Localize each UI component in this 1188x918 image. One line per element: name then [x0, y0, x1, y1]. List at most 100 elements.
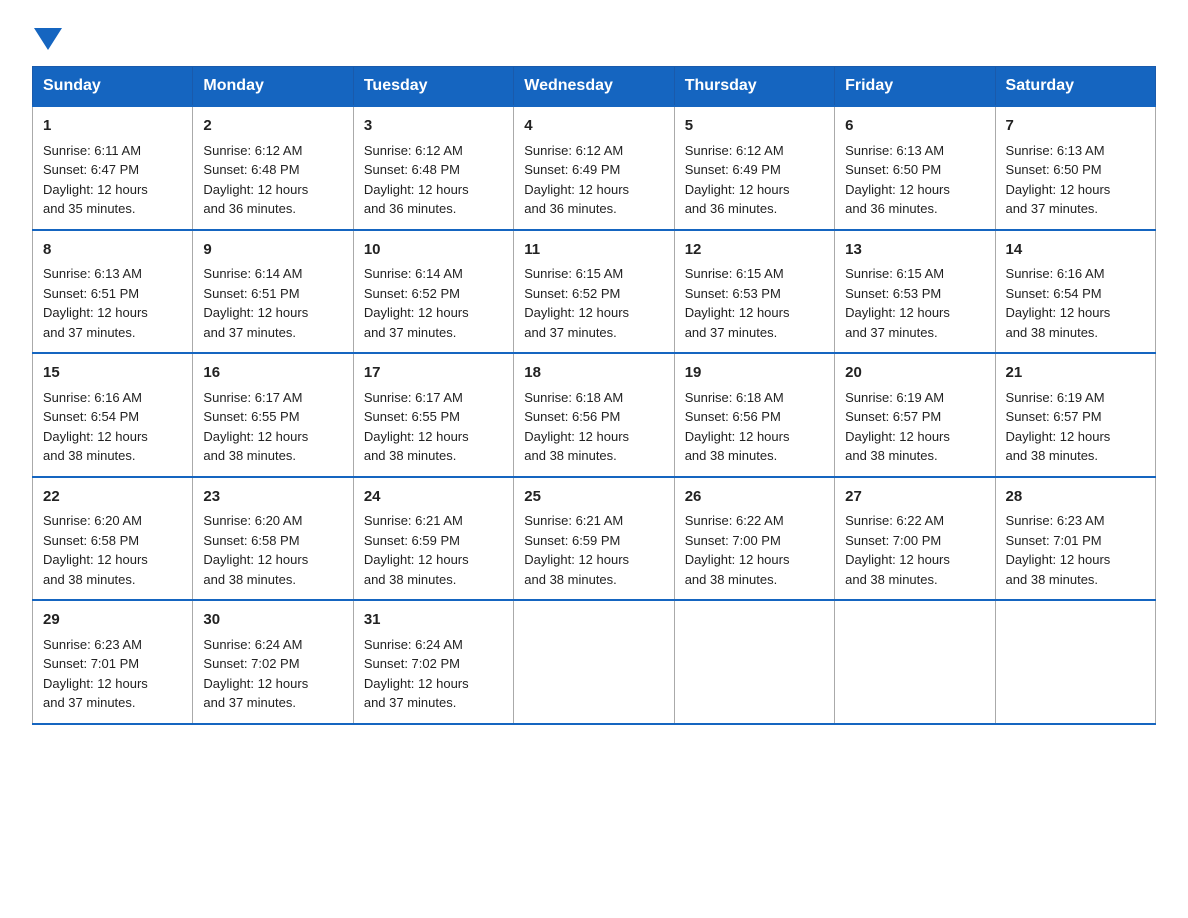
day-number: 5 — [685, 115, 824, 138]
sunset-label: Sunset: 6:53 PM — [845, 286, 941, 301]
sunset-label: Sunset: 6:52 PM — [364, 286, 460, 301]
day-number: 16 — [203, 362, 342, 385]
sunset-label: Sunset: 6:50 PM — [845, 162, 941, 177]
sunrise-label: Sunrise: 6:21 AM — [364, 513, 463, 528]
day-number: 2 — [203, 115, 342, 138]
day-number: 15 — [43, 362, 182, 385]
sunset-label: Sunset: 7:00 PM — [845, 533, 941, 548]
calendar-cell: 28 Sunrise: 6:23 AM Sunset: 7:01 PM Dayl… — [995, 477, 1155, 601]
calendar-cell: 24 Sunrise: 6:21 AM Sunset: 6:59 PM Dayl… — [353, 477, 513, 601]
daylight-label: Daylight: 12 hours — [364, 429, 469, 444]
calendar-cell: 27 Sunrise: 6:22 AM Sunset: 7:00 PM Dayl… — [835, 477, 995, 601]
sunrise-label: Sunrise: 6:18 AM — [524, 390, 623, 405]
daylight-label: Daylight: 12 hours — [524, 552, 629, 567]
calendar-cell: 31 Sunrise: 6:24 AM Sunset: 7:02 PM Dayl… — [353, 600, 513, 724]
sunrise-label: Sunrise: 6:15 AM — [685, 266, 784, 281]
sunset-label: Sunset: 7:01 PM — [1006, 533, 1102, 548]
daylight-label: Daylight: 12 hours — [685, 305, 790, 320]
day-number: 3 — [364, 115, 503, 138]
daylight-label: Daylight: 12 hours — [685, 429, 790, 444]
sunset-label: Sunset: 6:55 PM — [203, 409, 299, 424]
sunrise-label: Sunrise: 6:15 AM — [845, 266, 944, 281]
calendar-cell: 4 Sunrise: 6:12 AM Sunset: 6:49 PM Dayli… — [514, 106, 674, 230]
sunset-label: Sunset: 6:52 PM — [524, 286, 620, 301]
day-number: 9 — [203, 239, 342, 262]
day-number: 29 — [43, 609, 182, 632]
daylight-label: Daylight: 12 hours — [1006, 429, 1111, 444]
daylight-label: Daylight: 12 hours — [524, 182, 629, 197]
sunset-label: Sunset: 6:51 PM — [203, 286, 299, 301]
day-number: 7 — [1006, 115, 1145, 138]
daylight-minutes: and 36 minutes. — [524, 201, 617, 216]
day-number: 17 — [364, 362, 503, 385]
day-number: 18 — [524, 362, 663, 385]
calendar-cell: 2 Sunrise: 6:12 AM Sunset: 6:48 PM Dayli… — [193, 106, 353, 230]
daylight-minutes: and 37 minutes. — [203, 695, 296, 710]
day-number: 23 — [203, 486, 342, 509]
calendar-table: SundayMondayTuesdayWednesdayThursdayFrid… — [32, 66, 1156, 725]
sunset-label: Sunset: 7:02 PM — [203, 656, 299, 671]
day-number: 21 — [1006, 362, 1145, 385]
sunset-label: Sunset: 6:49 PM — [524, 162, 620, 177]
day-number: 22 — [43, 486, 182, 509]
calendar-cell: 16 Sunrise: 6:17 AM Sunset: 6:55 PM Dayl… — [193, 353, 353, 477]
sunrise-label: Sunrise: 6:20 AM — [203, 513, 302, 528]
sunrise-label: Sunrise: 6:16 AM — [1006, 266, 1105, 281]
daylight-minutes: and 38 minutes. — [685, 448, 778, 463]
calendar-cell: 19 Sunrise: 6:18 AM Sunset: 6:56 PM Dayl… — [674, 353, 834, 477]
daylight-minutes: and 38 minutes. — [1006, 572, 1099, 587]
sunrise-label: Sunrise: 6:19 AM — [845, 390, 944, 405]
sunrise-label: Sunrise: 6:14 AM — [203, 266, 302, 281]
day-number: 6 — [845, 115, 984, 138]
sunrise-label: Sunrise: 6:13 AM — [1006, 143, 1105, 158]
daylight-label: Daylight: 12 hours — [685, 182, 790, 197]
sunrise-label: Sunrise: 6:23 AM — [43, 637, 142, 652]
sunrise-label: Sunrise: 6:23 AM — [1006, 513, 1105, 528]
daylight-label: Daylight: 12 hours — [364, 676, 469, 691]
calendar-header-tuesday: Tuesday — [353, 67, 513, 107]
calendar-cell: 21 Sunrise: 6:19 AM Sunset: 6:57 PM Dayl… — [995, 353, 1155, 477]
sunrise-label: Sunrise: 6:11 AM — [43, 143, 141, 158]
sunset-label: Sunset: 6:51 PM — [43, 286, 139, 301]
daylight-label: Daylight: 12 hours — [43, 182, 148, 197]
daylight-label: Daylight: 12 hours — [364, 182, 469, 197]
daylight-minutes: and 36 minutes. — [364, 201, 457, 216]
sunset-label: Sunset: 6:59 PM — [364, 533, 460, 548]
sunset-label: Sunset: 6:48 PM — [364, 162, 460, 177]
sunset-label: Sunset: 6:50 PM — [1006, 162, 1102, 177]
daylight-minutes: and 37 minutes. — [203, 325, 296, 340]
sunrise-label: Sunrise: 6:12 AM — [364, 143, 463, 158]
daylight-minutes: and 37 minutes. — [1006, 201, 1099, 216]
day-number: 31 — [364, 609, 503, 632]
daylight-label: Daylight: 12 hours — [203, 429, 308, 444]
daylight-label: Daylight: 12 hours — [364, 305, 469, 320]
sunset-label: Sunset: 6:54 PM — [43, 409, 139, 424]
sunset-label: Sunset: 6:58 PM — [43, 533, 139, 548]
daylight-minutes: and 38 minutes. — [685, 572, 778, 587]
day-number: 19 — [685, 362, 824, 385]
daylight-minutes: and 38 minutes. — [203, 448, 296, 463]
calendar-cell: 8 Sunrise: 6:13 AM Sunset: 6:51 PM Dayli… — [33, 230, 193, 354]
day-number: 30 — [203, 609, 342, 632]
sunrise-label: Sunrise: 6:17 AM — [203, 390, 302, 405]
sunrise-label: Sunrise: 6:24 AM — [203, 637, 302, 652]
daylight-label: Daylight: 12 hours — [845, 305, 950, 320]
sunset-label: Sunset: 6:54 PM — [1006, 286, 1102, 301]
day-number: 28 — [1006, 486, 1145, 509]
day-number: 25 — [524, 486, 663, 509]
logo — [32, 24, 62, 46]
daylight-minutes: and 38 minutes. — [1006, 448, 1099, 463]
sunrise-label: Sunrise: 6:13 AM — [845, 143, 944, 158]
sunset-label: Sunset: 6:55 PM — [364, 409, 460, 424]
daylight-label: Daylight: 12 hours — [685, 552, 790, 567]
sunset-label: Sunset: 6:47 PM — [43, 162, 139, 177]
calendar-cell: 6 Sunrise: 6:13 AM Sunset: 6:50 PM Dayli… — [835, 106, 995, 230]
daylight-minutes: and 36 minutes. — [685, 201, 778, 216]
calendar-cell — [514, 600, 674, 724]
sunset-label: Sunset: 7:00 PM — [685, 533, 781, 548]
sunrise-label: Sunrise: 6:12 AM — [685, 143, 784, 158]
calendar-week-row: 15 Sunrise: 6:16 AM Sunset: 6:54 PM Dayl… — [33, 353, 1156, 477]
daylight-minutes: and 38 minutes. — [845, 448, 938, 463]
daylight-label: Daylight: 12 hours — [203, 676, 308, 691]
daylight-label: Daylight: 12 hours — [203, 552, 308, 567]
